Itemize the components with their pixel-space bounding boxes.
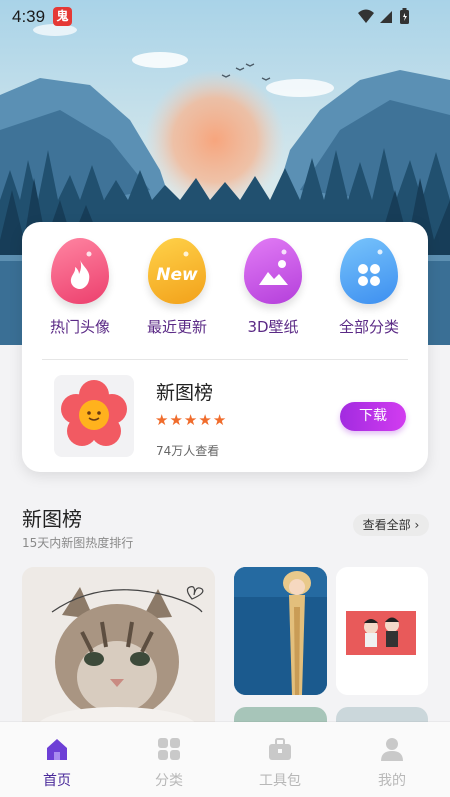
download-button[interactable]: 下载 <box>340 402 406 431</box>
category-label: 3D壁纸 <box>247 318 299 336</box>
nav-label: 工具包 <box>259 773 301 789</box>
person-icon <box>381 738 403 761</box>
featured-thumbnail[interactable] <box>54 375 134 457</box>
category-label: 全部分类 <box>338 318 399 336</box>
status-bar: 4:39 鬼 <box>0 0 450 34</box>
nav-category[interactable]: 分类 <box>134 736 204 790</box>
view-all-label: 查看全部 <box>362 518 411 532</box>
category-label: 热门头像 <box>49 318 110 336</box>
flower-icon <box>61 380 127 446</box>
star-icon: ★ <box>155 411 169 429</box>
category-grid-icon <box>158 738 180 760</box>
home-icon <box>47 739 67 760</box>
rating-stars: ★ ★ ★ ★ ★ <box>155 413 226 428</box>
view-all-button[interactable]: 查看全部 › <box>353 514 429 536</box>
signal-icon <box>380 11 392 23</box>
nav-home[interactable]: 首页 <box>22 736 92 790</box>
nav-profile[interactable]: 我的 <box>357 736 427 790</box>
image-tile-cat[interactable] <box>22 567 215 737</box>
nav-label: 首页 <box>43 773 71 789</box>
star-icon: ★ <box>198 411 212 429</box>
nav-label: 分类 <box>155 773 183 789</box>
image-tile-couple[interactable] <box>336 567 428 695</box>
category-all[interactable]: 全部分类 <box>329 238 409 337</box>
star-icon: ★ <box>169 411 183 429</box>
grid-icon <box>340 238 398 304</box>
status-time: 4:39 <box>12 7 46 26</box>
category-card: 热门头像 New 最近更新 3D壁纸 全部分类 新图榜 ★ ★ ★ ★ ★ 74… <box>22 222 428 472</box>
battery-icon <box>400 8 409 24</box>
section-subtitle: 15天内新图热度排行 <box>22 536 134 550</box>
section-title: 新图榜 <box>22 507 82 531</box>
category-3d-wallpaper[interactable]: 3D壁纸 <box>233 238 313 337</box>
bottom-nav: 首页 分类 工具包 我的 <box>0 722 450 797</box>
nav-label: 我的 <box>378 773 406 789</box>
fire-icon <box>51 238 109 304</box>
new-icon: New <box>148 238 206 304</box>
featured-views: 74万人查看 <box>156 444 220 458</box>
star-icon: ★ <box>183 411 198 429</box>
app-notification-icon: 鬼 <box>53 7 72 26</box>
category-recent-updates[interactable]: New 最近更新 <box>137 238 217 337</box>
new-badge-text: New <box>156 265 198 285</box>
divider <box>42 359 408 360</box>
featured-title: 新图榜 <box>156 382 214 404</box>
nav-toolbox[interactable]: 工具包 <box>245 736 315 790</box>
system-icons <box>356 7 416 31</box>
picture-icon <box>244 238 302 304</box>
wifi-icon <box>358 9 374 23</box>
chevron-right-icon: › <box>414 518 420 532</box>
toolbox-icon <box>269 738 291 760</box>
category-label: 最近更新 <box>146 318 207 336</box>
star-icon: ★ <box>212 411 227 429</box>
category-hot-avatars[interactable]: 热门头像 <box>40 238 120 337</box>
image-tile-character[interactable] <box>234 567 327 695</box>
couple-illustration-image <box>346 611 416 655</box>
